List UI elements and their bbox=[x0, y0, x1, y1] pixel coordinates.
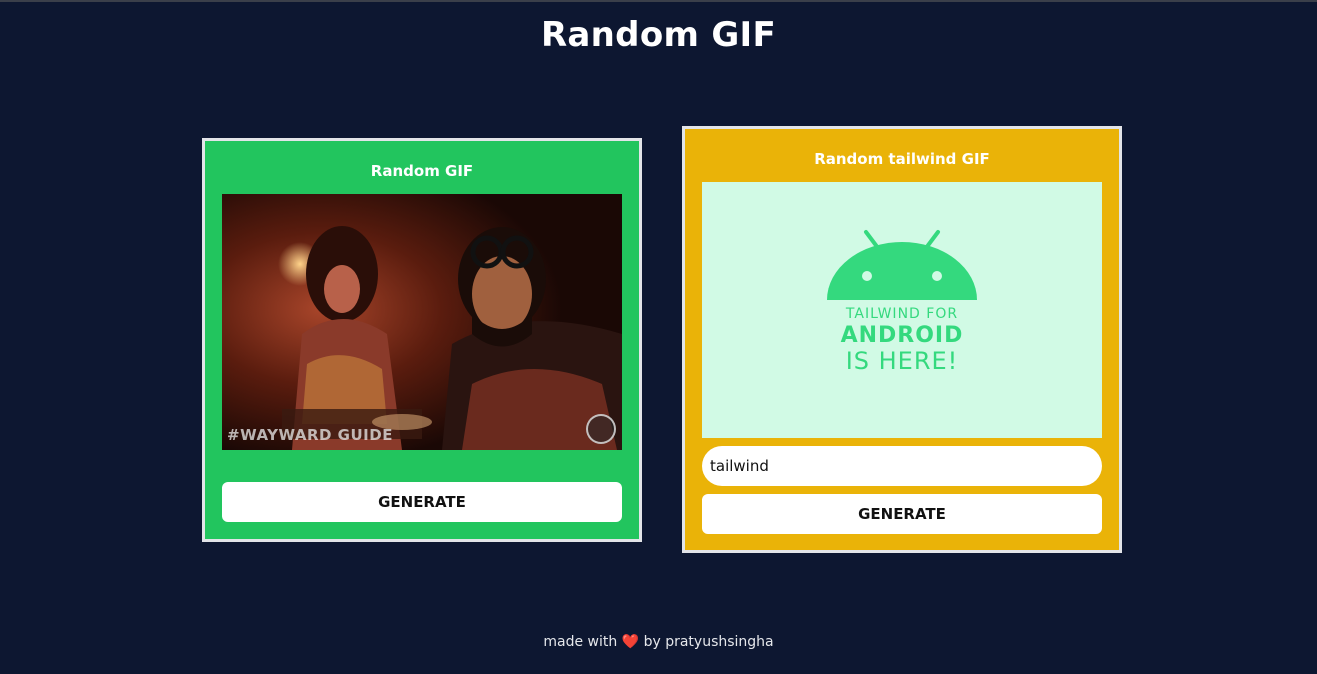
page-title: Random GIF bbox=[540, 15, 777, 55]
gif-text-line-3: IS HERE! bbox=[845, 347, 959, 375]
random-gif-card: Random GIF #WAYWARD GUIDE GENERATE bbox=[202, 138, 642, 542]
gif-text-line-1: TAILWIND FOR bbox=[845, 306, 959, 322]
random-gif-image: #WAYWARD GUIDE bbox=[222, 194, 622, 450]
random-gif-card-title: Random GIF bbox=[370, 162, 474, 180]
tag-gif-card-title: Random tailwind GIF bbox=[814, 150, 990, 168]
gif-scene-image bbox=[222, 194, 622, 450]
tag-gif-card: Random tailwind GIF TAILWIND FOR ANDROID… bbox=[682, 126, 1122, 553]
gif-logo-badge-icon bbox=[586, 414, 616, 444]
footer-author: by pratyushsingha bbox=[643, 634, 774, 650]
gif-watermark: #WAYWARD GUIDE bbox=[227, 426, 393, 444]
footer-prefix: made with bbox=[543, 634, 618, 650]
tag-search-input[interactable] bbox=[702, 446, 1102, 486]
random-generate-button[interactable]: GENERATE bbox=[222, 482, 622, 522]
gif-text-line-2: ANDROID bbox=[840, 323, 964, 348]
footer: made with ❤️ by pratyushsingha bbox=[0, 634, 1317, 650]
tag-generate-button[interactable]: GENERATE bbox=[702, 494, 1102, 534]
heart-icon: ❤️ bbox=[621, 634, 640, 650]
tag-gif-image: TAILWIND FOR ANDROID IS HERE! bbox=[702, 182, 1102, 438]
